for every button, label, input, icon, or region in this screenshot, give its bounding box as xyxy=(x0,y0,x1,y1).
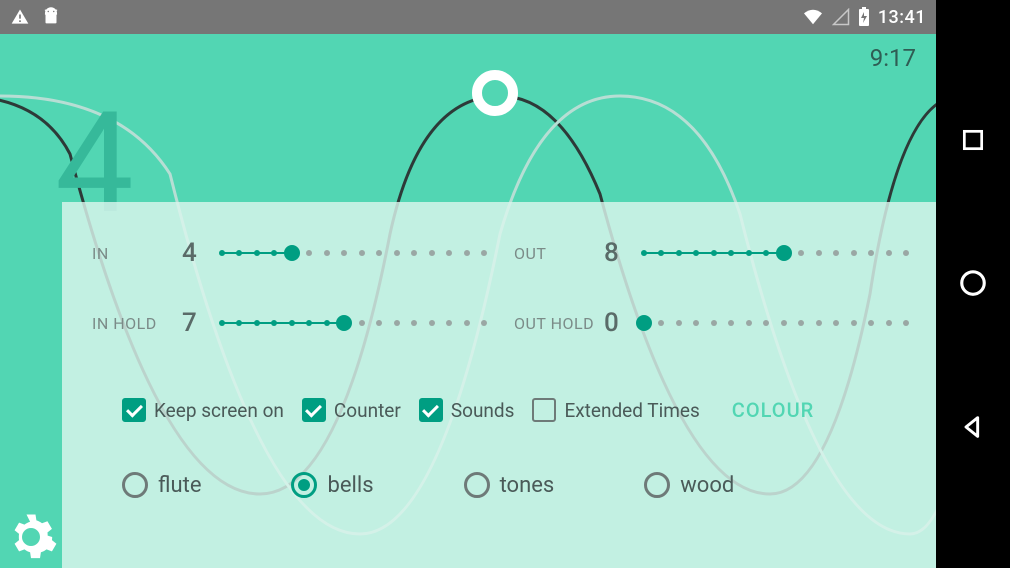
android-icon xyxy=(40,6,62,28)
slider-out-track[interactable] xyxy=(644,243,906,263)
check-sounds-label: Sounds xyxy=(451,399,515,422)
slider-in-hold-label: IN HOLD xyxy=(92,314,182,333)
status-clock: 13:41 xyxy=(878,7,926,28)
breath-ball-icon xyxy=(472,70,518,116)
check-extended-times[interactable]: Extended Times xyxy=(532,398,699,422)
radio-label: flute xyxy=(158,473,201,498)
radio-circle-icon[interactable] xyxy=(291,472,317,498)
radio-tones[interactable]: tones xyxy=(464,472,555,498)
slider-out-hold-track[interactable] xyxy=(644,313,906,333)
battery-icon xyxy=(858,7,870,27)
app-screen: 13:41 9:17 4 IN 4 xyxy=(0,0,936,568)
slider-in-value: 4 xyxy=(182,238,212,268)
slider-out-hold-value: 0 xyxy=(604,308,634,338)
slider-out: OUT 8 xyxy=(514,238,906,268)
content-area[interactable]: 9:17 4 IN 4 OUT 8 IN H xyxy=(0,34,936,568)
radio-wood[interactable]: wood xyxy=(644,472,734,498)
gear-icon[interactable] xyxy=(4,510,58,564)
nav-home-icon[interactable] xyxy=(958,268,988,298)
slider-in-hold: IN HOLD 7 xyxy=(92,308,484,338)
slider-in: IN 4 xyxy=(92,238,484,268)
sound-options: flute bells tones wood xyxy=(122,472,906,498)
nav-recent-icon[interactable] xyxy=(960,127,986,153)
check-counter-label: Counter xyxy=(334,399,401,422)
radio-circle-icon[interactable] xyxy=(644,472,670,498)
sliders-grid: IN 4 OUT 8 IN HOLD 7 OU xyxy=(92,238,906,338)
status-left-icons xyxy=(10,6,62,28)
radio-label: wood xyxy=(680,473,734,498)
colour-button[interactable]: COLOUR xyxy=(732,398,814,422)
radio-circle-icon[interactable] xyxy=(464,472,490,498)
check-keep-screen[interactable]: Keep screen on xyxy=(122,398,284,422)
check-counter[interactable]: Counter xyxy=(302,398,401,422)
device-frame: 13:41 9:17 4 IN 4 xyxy=(0,0,1010,568)
warning-icon xyxy=(10,7,30,27)
settings-panel: IN 4 OUT 8 IN HOLD 7 OU xyxy=(62,202,936,568)
check-extended-label: Extended Times xyxy=(564,399,699,422)
checkbox-icon[interactable] xyxy=(532,398,556,422)
options-row: Keep screen on Counter Sounds Extended T… xyxy=(122,398,906,422)
radio-label: tones xyxy=(500,473,555,498)
radio-label: bells xyxy=(327,473,373,498)
status-bar: 13:41 xyxy=(0,0,936,34)
checkbox-icon[interactable] xyxy=(419,398,443,422)
slider-out-hold: OUT HOLD 0 xyxy=(514,308,906,338)
radio-flute[interactable]: flute xyxy=(122,472,201,498)
slider-in-label: IN xyxy=(92,244,182,263)
slider-in-hold-value: 7 xyxy=(182,308,212,338)
nav-back-icon[interactable] xyxy=(959,413,987,441)
wifi-icon xyxy=(802,8,824,26)
slider-in-track[interactable] xyxy=(222,243,484,263)
slider-out-value: 8 xyxy=(604,238,634,268)
check-sounds[interactable]: Sounds xyxy=(419,398,515,422)
slider-out-label: OUT xyxy=(514,244,604,263)
radio-bells[interactable]: bells xyxy=(291,472,373,498)
session-elapsed: 9:17 xyxy=(870,44,916,72)
signal-icon xyxy=(832,8,850,26)
slider-out-hold-label: OUT HOLD xyxy=(514,314,604,333)
checkbox-icon[interactable] xyxy=(302,398,326,422)
status-right-icons: 13:41 xyxy=(802,7,926,28)
radio-circle-icon[interactable] xyxy=(122,472,148,498)
android-navbar xyxy=(936,0,1010,568)
check-keep-screen-label: Keep screen on xyxy=(154,399,284,422)
checkbox-icon[interactable] xyxy=(122,398,146,422)
slider-in-hold-track[interactable] xyxy=(222,313,484,333)
